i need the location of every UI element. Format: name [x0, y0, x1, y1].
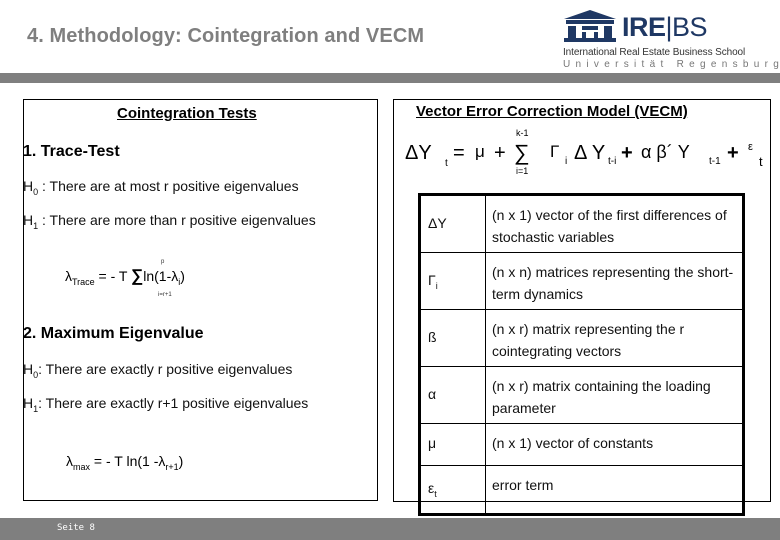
symbol-cell: α — [419, 366, 486, 424]
header-divider-bar — [0, 73, 780, 83]
symbol-cell: ß — [419, 309, 486, 367]
table-row: ΔY (n x 1) vector of the first differenc… — [419, 194, 744, 253]
description-cell: (n x 1) vector of constants — [485, 423, 744, 466]
eq-delta-y: Δ Y — [574, 142, 606, 164]
max-eigenvalue-title: 2. Maximum Eigenvalue — [23, 325, 204, 342]
description-cell: error term — [485, 465, 744, 515]
maxeig-h1: H1: There are exactly r+1 positive eigen… — [23, 395, 309, 414]
table-row: ß (n x r) matrix representing the r coin… — [419, 309, 744, 367]
vecm-definitions-table: ΔY (n x 1) vector of the first differenc… — [418, 193, 745, 516]
maxeig-h0: H0: There are exactly r positive eigenva… — [23, 361, 293, 380]
symbol-cell: Γi — [419, 252, 486, 310]
eq-gamma: Γ — [550, 142, 560, 161]
vecm-equation: ΔY t = μ + ∑ k-1 i=1 Γ i Δ Y t-i + α β´ … — [405, 128, 763, 176]
irebs-logo: IRE|BS International Real Estate Busines… — [560, 8, 779, 70]
eq-alpha-beta: α β´ Y — [641, 142, 690, 162]
logo-subtitle: International Real Estate Business Schoo… — [563, 47, 746, 58]
description-cell: (n x n) matrices representing the short-… — [485, 252, 744, 310]
trace-formula: λTrace = - T ∑ln(1-λi) — [65, 266, 185, 287]
description-cell: (n x r) matrix containing the loading pa… — [485, 366, 744, 424]
eq-epsilon: ε — [748, 141, 753, 153]
table-row: Γi (n x n) matrices representing the sho… — [419, 252, 744, 310]
trace-sum-upper: p — [161, 259, 165, 265]
trace-h1: H1 : There are more than r positive eige… — [23, 212, 316, 231]
symbol-cell: εt — [419, 465, 486, 515]
eq-lhs: ΔY — [405, 142, 432, 164]
table-row: α (n x r) matrix containing the loading … — [419, 366, 744, 424]
description-cell: (n x 1) vector of the first differences … — [485, 194, 744, 253]
vecm-heading: Vector Error Correction Model (VECM) — [416, 103, 688, 120]
cointegration-tests-heading: Cointegration Tests — [117, 105, 257, 122]
page-number: Seite 8 — [57, 523, 95, 533]
building-icon — [564, 10, 616, 42]
logo-brand: IRE|BS — [622, 12, 708, 42]
trace-test-title: 1. Trace-Test — [23, 143, 120, 160]
description-cell: (n x r) matrix representing the r cointe… — [485, 309, 744, 367]
table-row: μ (n x 1) vector of constants — [419, 423, 744, 466]
slide-title: 4. Methodology: Cointegration and VECM — [27, 25, 425, 47]
symbol-cell: μ — [419, 423, 486, 466]
table-row: εt error term — [419, 465, 744, 515]
eq-mu: μ — [475, 142, 485, 161]
logo-university: Universität Regensburg — [563, 59, 780, 70]
eq-sum: ∑ — [514, 140, 530, 165]
symbol-cell: ΔY — [419, 194, 486, 253]
trace-sum-lower: i=r+1 — [158, 292, 172, 298]
trace-h0: H0 : There are at most r positive eigenv… — [23, 178, 299, 197]
max-formula: λmax = - T ln(1 -λr+1) — [66, 453, 184, 472]
footer-bar: Seite 8 — [0, 518, 780, 540]
